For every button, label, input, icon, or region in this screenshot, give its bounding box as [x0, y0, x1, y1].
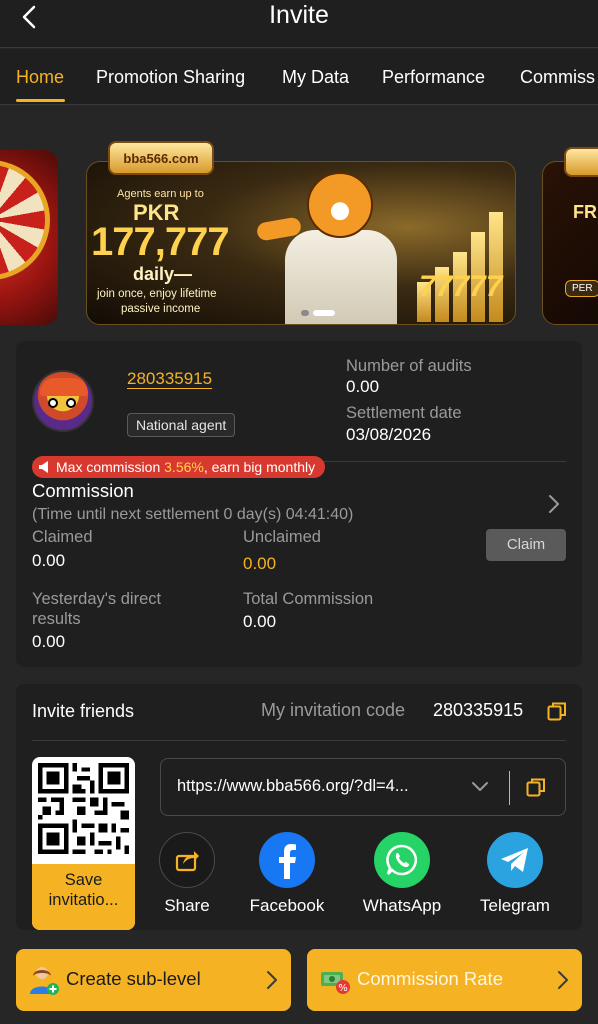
- total-commission-value: 0.00: [243, 612, 277, 631]
- add-user-icon: [30, 967, 59, 995]
- growth-bars-image: [417, 202, 507, 322]
- agent-level-badge: National agent: [127, 413, 236, 437]
- claim-button[interactable]: Claim: [486, 529, 566, 561]
- qr-code-card[interactable]: Save invitatio...: [32, 757, 135, 930]
- banner-daily: daily—: [133, 264, 193, 284]
- yesterday-label: Yesterday's direct: [32, 590, 162, 608]
- separator: [509, 771, 510, 805]
- banner-next[interactable]: FR PER: [542, 161, 598, 325]
- banner-carousel[interactable]: 00 Agents earn up to PKR 177,777 daily— …: [0, 105, 598, 337]
- commission-rate-button[interactable]: % Commission Rate: [307, 949, 582, 1011]
- yesterday-label-2: results: [32, 610, 81, 628]
- total-commission-label: Total Commission: [243, 590, 374, 608]
- settlement-countdown: (Time until next settlement 0 day(s) 04:…: [32, 506, 354, 523]
- invitation-code-value: 280335915: [433, 700, 524, 720]
- user-id[interactable]: 280335915: [127, 369, 212, 389]
- invitation-link-select[interactable]: https://www.bba566.org/?dl=4...: [160, 758, 566, 816]
- invitation-code-label: My invitation code: [261, 700, 406, 720]
- commission-card: 280335915 National agent Number of audit…: [16, 341, 582, 667]
- save-invitation-label-1: Save: [64, 871, 103, 889]
- money-percent-icon: %: [321, 972, 350, 994]
- carousel-dots: [301, 308, 341, 318]
- tab-promotion-sharing[interactable]: Promotion Sharing: [96, 67, 245, 88]
- banner-main[interactable]: Agents earn up to PKR 177,777 daily— joi…: [86, 161, 516, 325]
- unclaimed-label: Unclaimed: [243, 528, 321, 546]
- invitation-link: https://www.bba566.org/?dl=4...: [177, 777, 409, 795]
- settlement-date-value: 03/08/2026: [346, 425, 432, 444]
- copy-icon[interactable]: [547, 701, 567, 721]
- create-sub-level-button[interactable]: Create sub-level: [16, 949, 291, 1011]
- prize-wheel-image: [0, 160, 50, 280]
- divider: [32, 740, 566, 741]
- chevron-right-icon[interactable]: [546, 493, 562, 515]
- tiger-mascot-image: [255, 166, 415, 324]
- telegram-share-button[interactable]: Telegram: [465, 832, 565, 916]
- whatsapp-label: WhatsApp: [362, 896, 442, 915]
- banner-amount: 177,777: [91, 220, 230, 264]
- megaphone-icon: [39, 461, 48, 473]
- avatar[interactable]: [32, 370, 94, 432]
- audits-label: Number of audits: [346, 357, 472, 375]
- qr-code-image: [38, 763, 129, 854]
- brand-logo-secondary: [564, 147, 598, 177]
- save-invitation-label-2: invitatio...: [48, 891, 119, 909]
- active-tab-indicator: [16, 99, 65, 102]
- page-title: Invite: [269, 1, 329, 29]
- whatsapp-icon: [374, 832, 430, 888]
- share-button[interactable]: Share: [137, 832, 237, 916]
- tab-home[interactable]: Home: [16, 67, 64, 88]
- commission-rate-label: Commission Rate: [357, 968, 503, 989]
- yesterday-value: 0.00: [32, 632, 66, 651]
- facebook-share-button[interactable]: Facebook: [237, 832, 337, 916]
- whatsapp-share-button[interactable]: WhatsApp: [352, 832, 452, 916]
- banner-prev[interactable]: 00: [0, 150, 58, 325]
- tab-bar: Home Promotion Sharing My Data Performan…: [0, 49, 598, 105]
- chevron-right-icon: [558, 971, 568, 989]
- chevron-right-icon: [267, 971, 277, 989]
- share-icon: [159, 832, 215, 888]
- brand-logo: bba566.com: [108, 141, 214, 175]
- banner-next-badge: PER: [565, 280, 598, 297]
- banner-tagline: Agents earn up to: [117, 188, 204, 200]
- tab-commission[interactable]: Commiss: [520, 67, 595, 88]
- svg-text:%: %: [338, 983, 348, 994]
- facebook-label: Facebook: [249, 896, 325, 915]
- claimed-label: Claimed: [32, 528, 93, 546]
- tab-my-data[interactable]: My Data: [282, 67, 349, 88]
- max-commission-tag: Max commission 3.56%, earn big monthly: [32, 456, 326, 478]
- banner-subtext-1: join once, enjoy lifetime: [97, 288, 217, 300]
- audits-value: 0.00: [346, 377, 380, 396]
- banner-next-text: FR: [573, 202, 597, 222]
- banner-subtext-2: passive income: [121, 303, 201, 315]
- claimed-value: 0.00: [32, 551, 66, 570]
- copy-link-icon[interactable]: [526, 777, 546, 797]
- app-header: Invite: [0, 0, 598, 48]
- invite-card: Invite friends My invitation code 280335…: [16, 684, 582, 930]
- settlement-date-label: Settlement date: [346, 404, 462, 422]
- unclaimed-value: 0.00: [243, 554, 277, 573]
- banner-sevens: 77777: [419, 270, 503, 303]
- tab-performance[interactable]: Performance: [382, 67, 485, 88]
- create-sub-level-label: Create sub-level: [66, 968, 201, 989]
- facebook-icon: [259, 832, 315, 888]
- share-label: Share: [164, 896, 210, 915]
- save-invitation-button[interactable]: Save invitatio...: [32, 864, 135, 930]
- telegram-label: Telegram: [480, 896, 550, 915]
- chevron-down-icon[interactable]: [471, 779, 489, 795]
- telegram-icon: [487, 832, 543, 888]
- invite-title: Invite friends: [32, 701, 135, 721]
- commission-title: Commission: [32, 480, 134, 501]
